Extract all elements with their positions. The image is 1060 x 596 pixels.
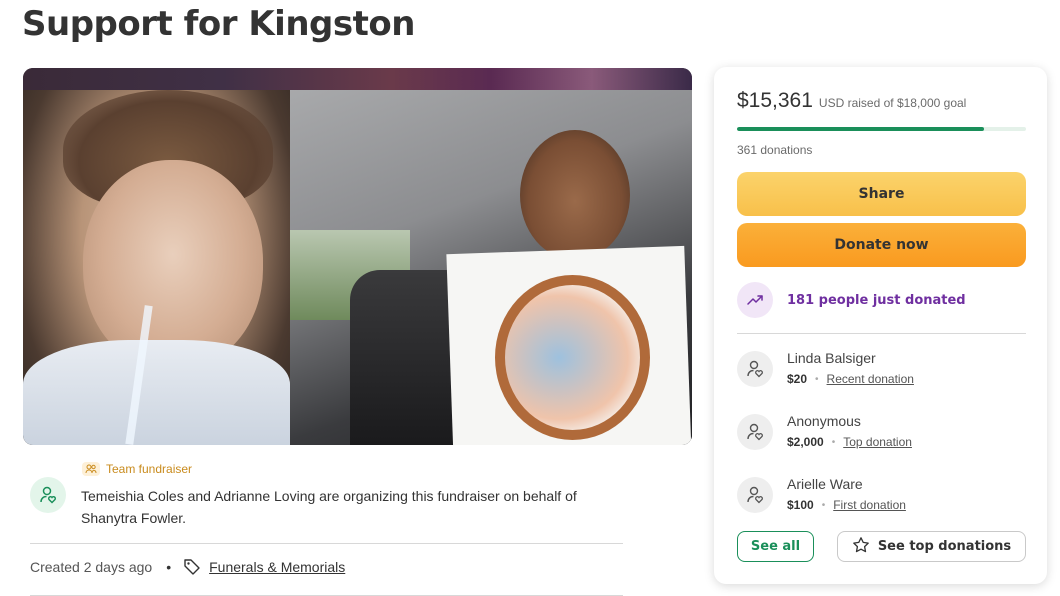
donor-bullet: • [831, 436, 836, 448]
donor-name: Arielle Ware [787, 476, 863, 492]
fundraiser-meta: Created 2 days ago • Funerals & Memorial… [30, 558, 345, 576]
see-all-button[interactable]: See all [737, 531, 814, 562]
divider [30, 543, 623, 544]
donor-item: Linda Balsiger $20 • Recent donation [737, 349, 914, 387]
see-top-donations-button[interactable]: See top donations [837, 531, 1026, 562]
team-icon [82, 462, 100, 476]
goal-text: USD raised of $18,000 goal [818, 96, 967, 110]
donation-card: $15,361 USD raised of $18,000 goal 361 d… [714, 67, 1047, 584]
photo-left-panel [23, 90, 290, 445]
donor-amount: $2,000 [787, 435, 824, 449]
progress-bar [737, 127, 1026, 131]
donor-avatar-icon [737, 477, 773, 513]
donor-type-link[interactable]: Recent donation [827, 372, 914, 386]
image-top-strip [23, 68, 692, 90]
team-fundraiser-label: Team fundraiser [106, 462, 193, 476]
tag-icon [183, 558, 201, 576]
donor-type-link[interactable]: Top donation [843, 435, 912, 449]
organizer-description: Temeishia Coles and Adrianne Loving are … [81, 488, 577, 526]
raised-amount: $15,361 [737, 89, 813, 112]
donor-name: Linda Balsiger [787, 350, 876, 366]
category-link[interactable]: Funerals & Memorials [209, 559, 345, 575]
donations-count: 361 donations [737, 143, 813, 157]
donate-now-button[interactable]: Donate now [737, 223, 1026, 267]
donor-bullet: • [821, 499, 826, 511]
raised-summary: $15,361 USD raised of $18,000 goal [737, 89, 966, 113]
fundraiser-hero-image[interactable] [23, 68, 692, 445]
photo-right-panel [290, 90, 692, 445]
donor-item: Arielle Ware $100 • First donation [737, 475, 906, 513]
progress-fill [737, 127, 984, 131]
donor-avatar-icon [737, 351, 773, 387]
donor-type-link[interactable]: First donation [833, 498, 906, 512]
just-donated-text: 181 people just donated [787, 292, 966, 308]
team-fundraiser-tag: Team fundraiser [82, 462, 192, 476]
share-button[interactable]: Share [737, 172, 1026, 216]
star-icon [852, 536, 870, 558]
donor-amount: $20 [787, 372, 808, 386]
card-divider [737, 333, 1026, 334]
see-top-donations-label: See top donations [877, 539, 1012, 554]
created-date: Created 2 days ago [30, 559, 153, 575]
donor-amount: $100 [787, 498, 814, 512]
donor-bullet: • [815, 373, 819, 385]
donor-item: Anonymous $2,000 • Top donation [737, 412, 912, 450]
page-title: Support for Kingston [22, 4, 415, 44]
recent-donations-trend: 181 people just donated [737, 282, 966, 318]
user-heart-icon [40, 486, 56, 504]
donor-name: Anonymous [787, 413, 861, 429]
meta-separator: • [166, 559, 172, 575]
organizer-avatar[interactable] [30, 477, 66, 513]
trending-up-icon [737, 282, 773, 318]
donor-avatar-icon [737, 414, 773, 450]
